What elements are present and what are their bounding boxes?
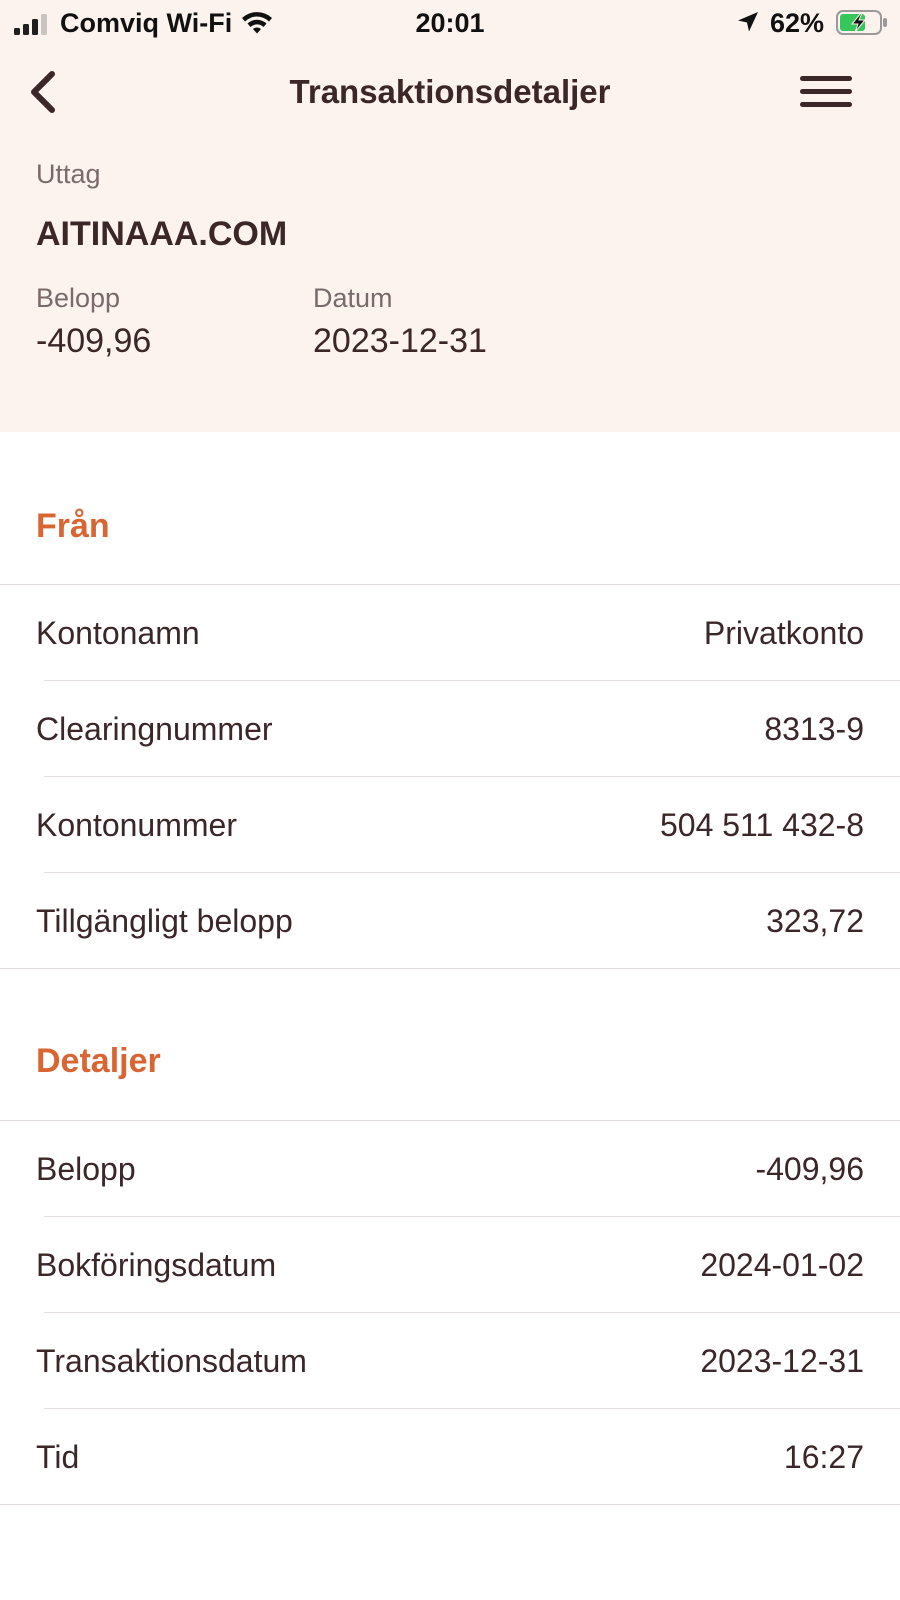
row-value: Privatkonto xyxy=(703,615,864,651)
amount-value: -409,96 xyxy=(36,322,152,360)
list-item-account-number: Kontonummer 504 511 432-8 xyxy=(0,777,900,873)
divider xyxy=(0,1504,900,1505)
row-value: -409,96 xyxy=(755,1151,864,1187)
date-label: Datum xyxy=(313,283,393,313)
row-label: Bokföringsdatum xyxy=(36,1247,277,1283)
row-label: Transaktionsdatum xyxy=(36,1343,307,1379)
row-label: Tillgängligt belopp xyxy=(36,903,293,939)
section-title-from: Från xyxy=(36,507,110,545)
list-item-available-balance: Tillgängligt belopp 323,72 xyxy=(0,873,900,969)
row-label: Tid xyxy=(36,1439,80,1475)
transaction-header: Comviq Wi-Fi 20:01 62% Transaktionsdetal… xyxy=(0,0,900,432)
list-item-clearing-number: Clearingnummer 8313-9 xyxy=(0,681,900,777)
row-label: Kontonummer xyxy=(36,807,237,843)
status-time: 20:01 xyxy=(415,8,485,38)
list-item-amount: Belopp -409,96 xyxy=(0,1121,900,1217)
status-bar: Comviq Wi-Fi 20:01 62% xyxy=(0,0,900,46)
row-value: 504 511 432-8 xyxy=(659,807,864,843)
hamburger-menu-icon xyxy=(800,76,852,81)
list-item-account-name: Kontonamn Privatkonto xyxy=(0,585,900,681)
list-item-time: Tid 16:27 xyxy=(0,1409,900,1505)
menu-button[interactable] xyxy=(800,70,856,114)
location-arrow-icon xyxy=(738,12,758,32)
list-item-booking-date: Bokföringsdatum 2024-01-02 xyxy=(0,1217,900,1313)
date-value: 2023-12-31 xyxy=(313,322,487,360)
battery-percentage: 62% xyxy=(770,8,825,38)
row-label: Clearingnummer xyxy=(36,711,273,747)
merchant-name: AITINAAA.COM xyxy=(36,215,288,253)
row-value: 8313-9 xyxy=(764,711,864,747)
list-item-transaction-date: Transaktionsdatum 2023-12-31 xyxy=(0,1313,900,1409)
row-value: 16:27 xyxy=(783,1439,864,1475)
amount-label: Belopp xyxy=(36,283,121,313)
divider xyxy=(0,968,900,969)
row-value: 323,72 xyxy=(766,903,864,939)
section-title-details: Detaljer xyxy=(36,1042,161,1080)
page-title: Transaktionsdetaljer xyxy=(289,73,611,110)
transaction-type: Uttag xyxy=(36,159,101,189)
row-label: Belopp xyxy=(36,1151,136,1187)
row-value: 2024-01-02 xyxy=(700,1247,864,1283)
row-value: 2023-12-31 xyxy=(700,1343,864,1379)
battery-charging-icon xyxy=(836,10,887,35)
row-label: Kontonamn xyxy=(36,615,200,651)
